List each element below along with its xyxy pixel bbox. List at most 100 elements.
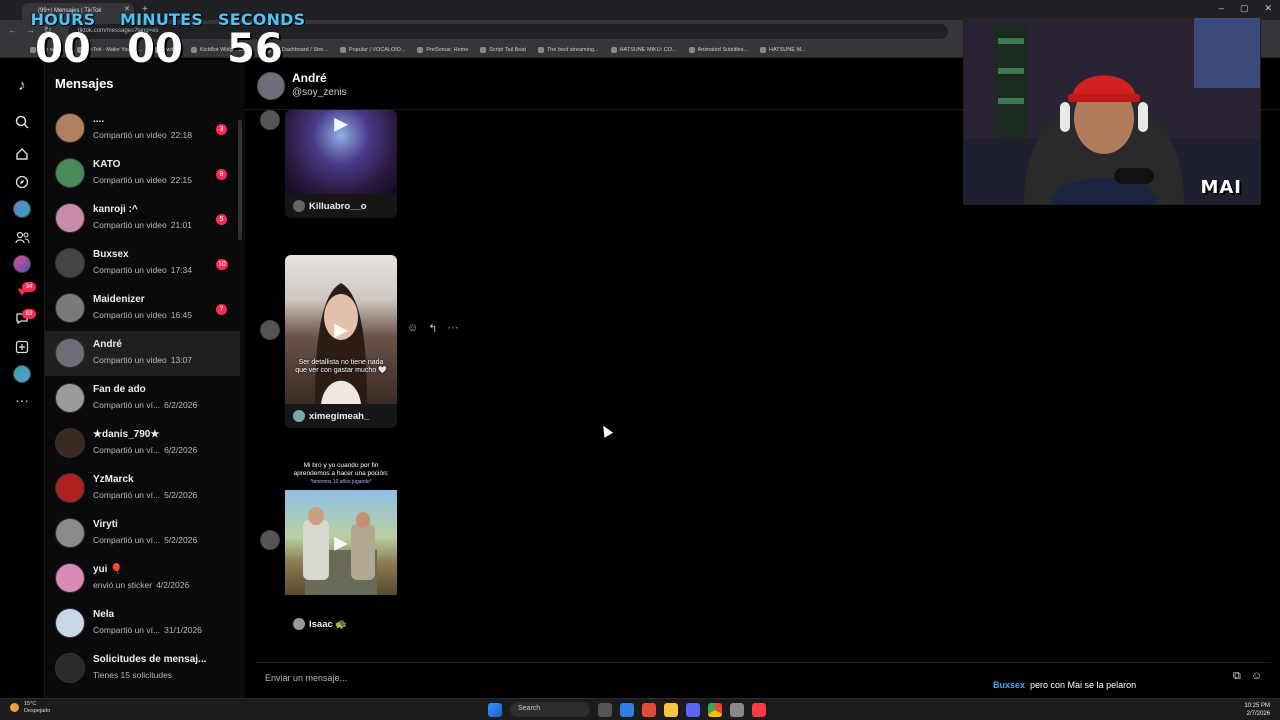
- mouse-cursor: [598, 423, 614, 438]
- avatar: [55, 383, 85, 413]
- close-window-icon[interactable]: ✕: [1264, 3, 1272, 14]
- sun-icon: [10, 703, 19, 712]
- app-icon[interactable]: [642, 702, 656, 717]
- conversation-time: 5/2/2026: [164, 490, 198, 500]
- maximize-icon[interactable]: ▢: [1240, 3, 1249, 14]
- file-explorer-icon[interactable]: [664, 702, 678, 717]
- author-avatar: [293, 200, 305, 212]
- reply-icon[interactable]: ↰: [428, 322, 437, 335]
- back-icon[interactable]: ←: [8, 25, 17, 35]
- play-icon: ▶: [334, 113, 348, 134]
- avatar: [55, 608, 85, 638]
- unread-badge: 9: [216, 169, 227, 180]
- bookmark-item[interactable]: PreSonus: Home: [417, 46, 469, 53]
- system-clock[interactable]: 10:25 PM 2/7/2026: [1244, 702, 1270, 718]
- conversation-item[interactable]: Buxsex Compartió un video 17:34 10: [45, 241, 240, 286]
- avatar: [55, 338, 85, 368]
- streamer-tag: MAI: [1200, 177, 1242, 198]
- settings-icon[interactable]: [730, 702, 744, 717]
- edge-icon[interactable]: [620, 702, 634, 717]
- video-caption: Ser detallista no tiene nada que ver con…: [295, 359, 387, 374]
- minutes-value: 00: [127, 26, 183, 72]
- more-options-icon[interactable]: ···: [447, 322, 458, 335]
- windows-taskbar: 15°C Despejado Search 10:25 PM 2/7/2026: [0, 698, 1280, 720]
- bookmark-item[interactable]: Animated Subtitles...: [688, 46, 748, 53]
- conversation-name: Buxsex: [93, 249, 129, 260]
- friends-icon[interactable]: [11, 226, 33, 248]
- conversation-name: Nela: [93, 609, 115, 620]
- conversation-preview: Compartió un video: [93, 355, 167, 365]
- bookmark-label: HATSUNE M...: [769, 46, 806, 53]
- bookmark-item[interactable]: Popular | VOCALOID...: [339, 46, 405, 53]
- music-icon[interactable]: [752, 702, 766, 717]
- conversation-preview: Compartió un ví...: [93, 535, 161, 545]
- emoji-icon[interactable]: ☺: [1251, 670, 1262, 682]
- live-icon[interactable]: [11, 253, 33, 275]
- bookmark-label: PreSonus: Home: [426, 46, 469, 53]
- avatar: [55, 293, 85, 323]
- taskbar-search[interactable]: Search: [510, 702, 590, 717]
- bookmark-icon: [688, 46, 695, 53]
- conversation-item[interactable]: André Compartió un video 13:07: [45, 331, 240, 376]
- message-requests-item[interactable]: Solicitudes de mensaj... Tienes 15 solici…: [45, 646, 240, 691]
- message-avatar: [260, 530, 280, 550]
- messages-badge: 83: [22, 309, 36, 319]
- conversation-time: 21:01: [170, 220, 192, 230]
- meme-caption-text: Mi bro y yo cuando por fin aprendemos a …: [293, 462, 389, 477]
- search-icon[interactable]: [11, 111, 33, 133]
- conversation-item[interactable]: Nela Compartió un ví... 31/1/2026: [45, 601, 240, 646]
- conversation-item[interactable]: .... Compartió un video 22:18 3: [45, 106, 240, 151]
- conversation-scrollbar[interactable]: [238, 120, 242, 240]
- conversation-name: André: [93, 339, 122, 350]
- play-icon: ▶: [334, 319, 348, 339]
- start-icon[interactable]: [488, 702, 502, 717]
- timer-minutes: MINUTES 00: [120, 10, 203, 72]
- conversation-item[interactable]: YzMarck Compartió un ví... 5/2/2026: [45, 466, 240, 511]
- shared-video-card[interactable]: ▶ Killuabro__o: [285, 110, 397, 218]
- bookmark-icon: [480, 46, 487, 53]
- unread-badge: 3: [216, 124, 227, 135]
- minimize-icon[interactable]: –: [1219, 3, 1224, 14]
- chrome-icon[interactable]: [708, 702, 722, 717]
- conversation-preview: Tienes 15 solicitudes: [93, 670, 173, 680]
- conversation-item[interactable]: yui 🎈 envió un sticker 4/2/2026: [45, 556, 240, 601]
- conversation-item[interactable]: Viryti Compartió un ví... 5/2/2026: [45, 511, 240, 556]
- explore-icon[interactable]: [11, 171, 33, 193]
- conversation-item[interactable]: kanroji :^ Compartió un video 21:01 5: [45, 196, 240, 241]
- conversation-item[interactable]: ★danis_790★ Compartió un ví... 6/2/2026: [45, 421, 240, 466]
- home-icon[interactable]: [11, 143, 33, 165]
- task-view-icon[interactable]: [598, 702, 612, 717]
- discord-icon[interactable]: [686, 702, 700, 717]
- react-icon[interactable]: ☺: [407, 322, 418, 335]
- conversation-preview-row: Tienes 15 solicitudes: [93, 670, 176, 680]
- shared-video-card[interactable]: ▶ Ser detallista no tiene nada que ver c…: [285, 255, 397, 428]
- video-author: ximegimeah_: [309, 410, 370, 422]
- clock-time: 10:25 PM: [1244, 703, 1270, 709]
- bookmark-item[interactable]: The best streaming...: [537, 46, 599, 53]
- video-thumbnail: ▶: [285, 110, 397, 194]
- conversation-item[interactable]: KATO Compartió un video 22:15 9: [45, 151, 240, 196]
- conversation-preview-row: Compartió un ví... 5/2/2026: [93, 490, 197, 500]
- more-icon[interactable]: ···: [11, 389, 33, 411]
- profile-icon[interactable]: [11, 363, 33, 385]
- following-icon[interactable]: [11, 198, 33, 220]
- hours-value: 00: [35, 26, 91, 72]
- bookmark-item[interactable]: HATSUNE MIKU: CO...: [610, 46, 677, 53]
- conversation-time: 6/2/2026: [164, 445, 198, 455]
- sticker-icon[interactable]: ⧉: [1233, 670, 1241, 683]
- conversation-item[interactable]: Maidenizer Compartió un video 16:45 7: [45, 286, 240, 331]
- avatar: [55, 113, 85, 143]
- message-input[interactable]: [255, 667, 955, 689]
- bookmark-item[interactable]: Script Tail Beat: [480, 46, 526, 53]
- shared-video-card[interactable]: Mi bro y yo cuando por fin aprendemos a …: [285, 460, 397, 636]
- conversation-time: 5/2/2026: [164, 535, 198, 545]
- conversation-time: 16:45: [170, 310, 192, 320]
- upload-icon[interactable]: [11, 336, 33, 358]
- conversation-item[interactable]: Fan de ado Compartió un ví... 6/2/2026: [45, 376, 240, 421]
- messages-title: Mensajes: [55, 76, 114, 91]
- bookmark-item[interactable]: HATSUNE M...: [760, 46, 806, 53]
- countdown-timer: HOURS 00 MINUTES 00 SECONDS 56: [30, 10, 306, 78]
- conversation-preview: Compartió un ví...: [93, 400, 161, 410]
- conversation-preview-row: Compartió un video 21:01: [93, 220, 192, 230]
- avatar: [55, 158, 85, 188]
